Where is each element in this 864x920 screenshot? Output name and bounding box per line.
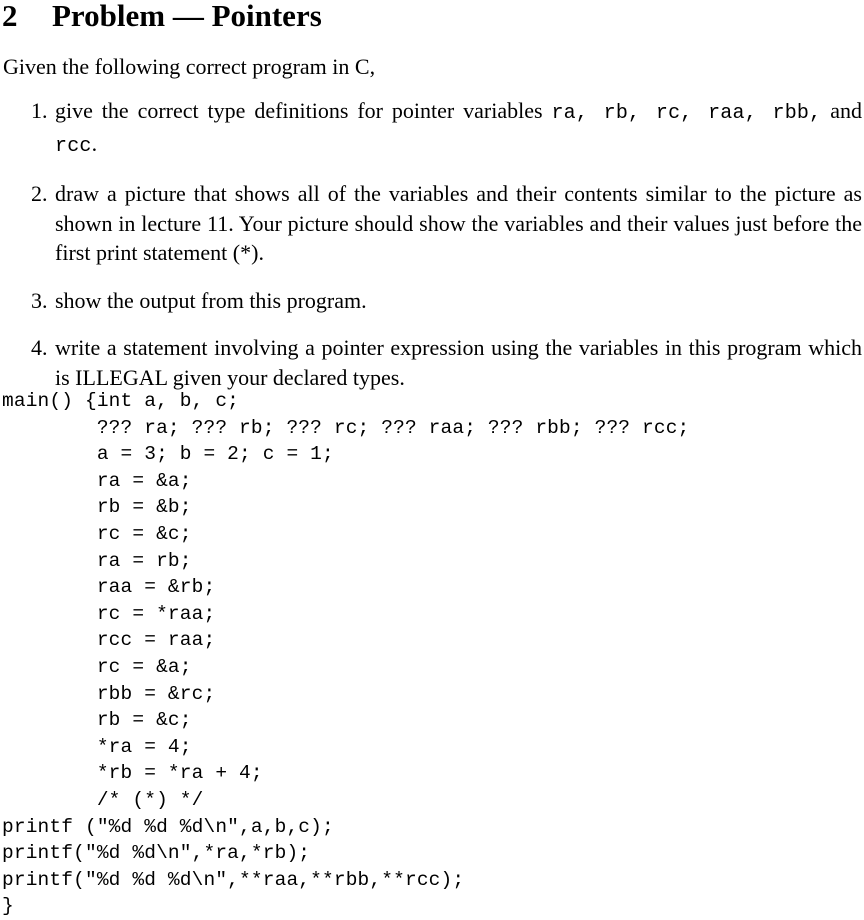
page-title: 2 Problem — Pointers — [2, 0, 322, 36]
code-line: printf("%d %d %d\n",**raa,**rbb,**rcc); — [2, 868, 465, 891]
section-number: 2 — [2, 0, 18, 33]
list-item: 2. draw a picture that shows all of the … — [0, 179, 864, 268]
question-list: 1. give the correct type definitions for… — [0, 96, 864, 392]
list-item-body: show the output from this program. — [55, 287, 367, 313]
list-item: 1. give the correct type definitions for… — [0, 96, 864, 161]
list-item-body: draw a picture that shows all of the var… — [55, 181, 862, 265]
code-line: a = 3; b = 2; c = 1; — [2, 443, 334, 466]
document-page: 2 Problem — Pointers Given the following … — [0, 0, 864, 917]
code-line: printf("%d %d\n",*ra,*rb); — [2, 842, 311, 865]
list-item: 4. write a statement involving a pointer… — [0, 333, 864, 392]
code-line: rb = &b; — [2, 496, 192, 519]
code-line: rc = &a; — [2, 655, 192, 678]
code-line: raa = &rb; — [2, 576, 216, 599]
question-1-text-after: . — [91, 130, 98, 156]
code-line: *ra = 4; — [2, 735, 192, 758]
code-line: /* (*) */ — [2, 788, 204, 811]
list-item-marker: 4. — [31, 335, 48, 360]
list-item-body: write a statement involving a pointer ex… — [55, 335, 862, 390]
list-item: 3. show the output from this program. — [0, 286, 864, 316]
section-title: Problem — Pointers — [52, 0, 322, 33]
c-source-code-listing: main() {int a, b, c; ??? ra; ??? rb; ???… — [2, 388, 689, 920]
code-line: ra = &a; — [2, 469, 192, 492]
code-line: *rb = *ra + 4; — [2, 762, 263, 785]
list-item-marker: 3. — [31, 287, 48, 313]
code-line: ra = rb; — [2, 549, 192, 572]
code-line: printf ("%d %d %d\n",a,b,c); — [2, 815, 334, 838]
code-line: ??? ra; ??? rb; ??? rc; ??? raa; ??? rbb… — [2, 416, 690, 439]
code-line: rc = &c; — [2, 522, 192, 545]
question-1-text-middle: and — [821, 98, 863, 123]
question-1-code-vars: ra, rb, rc, raa, rbb, — [551, 102, 822, 125]
list-item-marker: 1. — [31, 98, 48, 123]
code-line: } — [2, 895, 14, 918]
code-line: rbb = &rc; — [2, 682, 216, 705]
code-line: rcc = raa; — [2, 629, 216, 652]
list-item-body: give the correct type definitions for po… — [55, 96, 864, 161]
code-line: main() {int a, b, c; — [2, 390, 240, 412]
list-item-marker: 2. — [31, 181, 48, 206]
question-1-text-before: give the correct type definitions for po… — [55, 98, 552, 123]
code-line: rc = *raa; — [2, 602, 216, 625]
intro-paragraph: Given the following correct program in C… — [3, 54, 376, 79]
question-1-code-vars-tail: rcc — [55, 134, 92, 158]
code-line: rb = &c; — [2, 709, 192, 732]
